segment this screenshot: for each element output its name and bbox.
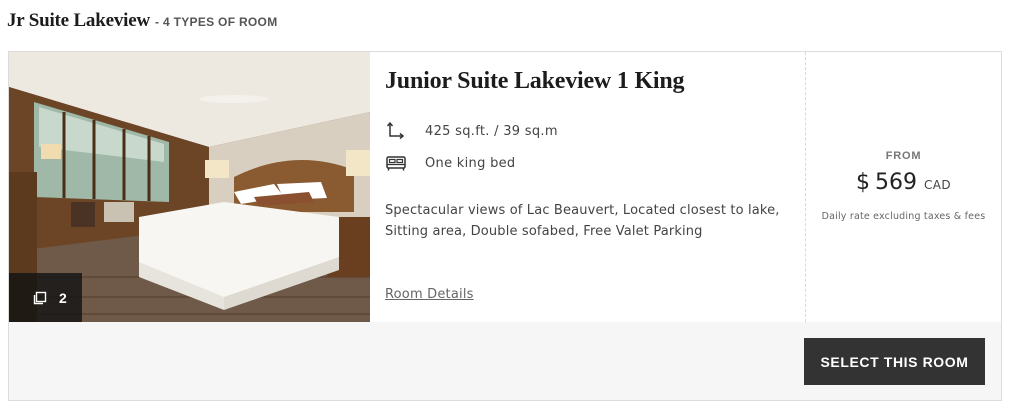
room-size-text: 425 sq.ft. / 39 sq.m (425, 123, 558, 139)
room-card: 2 Junior Suite Lakeview 1 King 425 sq.ft… (8, 51, 1002, 401)
currency-symbol: $ (855, 170, 870, 195)
room-types-count: 4 TYPES OF ROOM (162, 15, 278, 29)
price-box: FROM $ 569 CAD Daily rate excluding taxe… (806, 52, 1001, 322)
room-size-icon (385, 121, 407, 141)
currency-code: CAD (923, 178, 952, 192)
section-title: Jr Suite Lakeview (7, 10, 150, 31)
from-label: FROM (885, 150, 922, 162)
room-name: Junior Suite Lakeview 1 King (385, 68, 685, 94)
room-details-link[interactable]: Room Details (385, 287, 474, 302)
card-footer: SELECT THIS ROOM (9, 322, 1001, 400)
bed-feature: One king bed (385, 153, 515, 173)
room-description: Spectacular views of Lac Beauvert, Locat… (385, 203, 780, 239)
room-size-feature: 425 sq.ft. / 39 sq.m (385, 121, 558, 141)
section-separator: - (154, 15, 159, 29)
photo-count-badge[interactable]: 2 (9, 273, 82, 322)
select-room-button[interactable]: SELECT THIS ROOM (804, 338, 985, 385)
room-photo[interactable]: 2 (9, 52, 370, 322)
room-info: Junior Suite Lakeview 1 King 425 sq.ft. … (370, 52, 805, 322)
gallery-icon (33, 291, 47, 305)
bed-type-text: One king bed (425, 155, 516, 171)
price-line: $ 569 CAD (806, 170, 1001, 195)
price-amount: 569 (874, 170, 917, 195)
rate-note: Daily rate excluding taxes & fees (821, 211, 986, 222)
section-header: Jr Suite Lakeview - 4 TYPES OF ROOM (7, 10, 277, 32)
photo-count: 2 (59, 289, 67, 306)
bed-icon (385, 153, 407, 173)
